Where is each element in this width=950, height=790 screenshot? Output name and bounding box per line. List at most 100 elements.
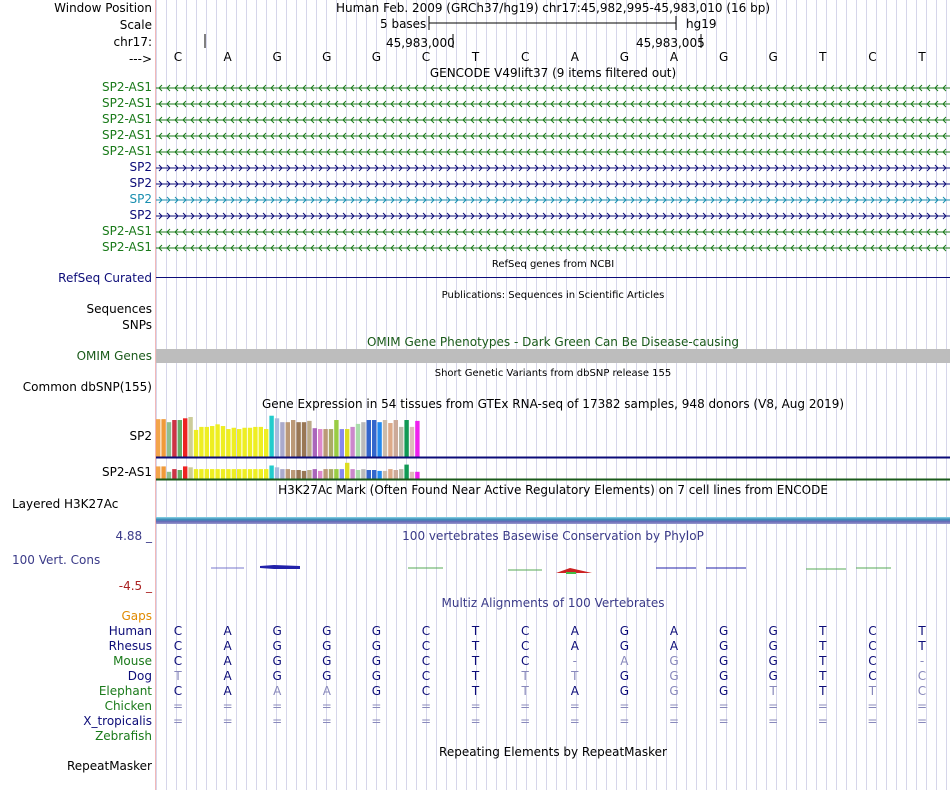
gtex-sp2-label[interactable]: SP2 — [130, 429, 153, 443]
gencode-transcript-line[interactable] — [156, 116, 950, 124]
gtex-sp2as1-bar[interactable] — [415, 471, 420, 479]
gencode-track-label[interactable]: SP2-AS1 — [102, 80, 152, 94]
phylop-label[interactable]: 100 Vert. Cons — [12, 553, 100, 567]
dbsnp-label[interactable]: Common dbSNP(155) — [23, 380, 152, 394]
gtex-sp2as1-bar[interactable] — [253, 469, 258, 479]
gtex-sp2-bar[interactable] — [274, 418, 280, 457]
gtex-sp2-bar[interactable] — [291, 420, 296, 457]
gtex-sp2-bar[interactable] — [183, 418, 188, 457]
refseq-label[interactable]: RefSeq Curated — [58, 271, 152, 285]
gtex-sp2as1-bar[interactable] — [220, 469, 226, 479]
gtex-sp2as1-bar[interactable] — [199, 469, 204, 479]
gtex-sp2as1-bar[interactable] — [280, 469, 285, 479]
gencode-track-label[interactable]: SP2 — [130, 192, 153, 206]
gtex-sp2as1-bar[interactable] — [291, 470, 296, 479]
gencode-tracks[interactable] — [156, 80, 950, 258]
species-label[interactable]: Chicken — [105, 699, 152, 713]
gencode-transcript-line[interactable] — [156, 212, 950, 220]
gtex-sp2-bar[interactable] — [215, 424, 220, 457]
gtex-sp2-bar[interactable] — [237, 429, 242, 457]
gtex-sp2as1-label[interactable]: SP2-AS1 — [102, 465, 152, 479]
gtex-sp2-bar[interactable] — [188, 417, 193, 457]
gtex-sp2-bar[interactable] — [204, 426, 209, 457]
gtex-sp2as1-bar[interactable] — [334, 469, 339, 479]
species-label[interactable]: Mouse — [113, 654, 152, 668]
repeatmasker-label[interactable]: RepeatMasker — [67, 759, 152, 773]
omim-gene-bar[interactable] — [156, 349, 950, 363]
gencode-track-label[interactable]: SP2-AS1 — [102, 240, 152, 254]
gtex-sp2-bar[interactable] — [258, 426, 263, 457]
gtex-sp2-bar[interactable] — [193, 429, 199, 457]
gtex-sp2-bar[interactable] — [177, 420, 182, 457]
gtex-sp2as1-bar[interactable] — [388, 469, 393, 479]
gtex-sp2as1-bar[interactable] — [242, 469, 247, 479]
gtex-sp2as1-bar[interactable] — [372, 470, 377, 479]
gtex-sp2as1-bar[interactable] — [274, 467, 280, 479]
sequences-label[interactable]: Sequences — [87, 302, 152, 316]
gtex-sp2as1-bar[interactable] — [355, 470, 361, 479]
gtex-sp2-bar[interactable] — [366, 420, 371, 457]
h3k27ac-label[interactable]: Layered H3K27Ac — [12, 497, 118, 511]
gtex-sp2as1-bar[interactable] — [393, 470, 398, 479]
gtex-sp2as1-bar[interactable] — [188, 467, 193, 479]
gencode-track-label[interactable]: SP2-AS1 — [102, 128, 152, 142]
gtex-sp2as1-bar[interactable] — [204, 469, 209, 479]
gtex-sp2-bar[interactable] — [231, 427, 236, 457]
snps-label[interactable]: SNPs — [122, 318, 152, 332]
species-label[interactable]: Dog — [128, 669, 152, 683]
gencode-transcript-line[interactable] — [156, 180, 950, 188]
gtex-sp2as1-bar[interactable] — [215, 469, 220, 479]
gtex-sp2-bar[interactable] — [339, 429, 344, 457]
gtex-sp2as1-bar[interactable] — [166, 471, 172, 479]
species-label[interactable]: Rhesus — [109, 639, 152, 653]
gtex-sp2-bar[interactable] — [199, 426, 204, 457]
gtex-sp2-bar[interactable] — [172, 420, 177, 457]
gtex-sp2as1-bar[interactable] — [312, 469, 317, 479]
gencode-transcript-line[interactable] — [156, 100, 950, 108]
gencode-track-label[interactable]: SP2 — [130, 176, 153, 190]
gencode-transcript-line[interactable] — [156, 244, 950, 252]
refseq-gene-line[interactable] — [156, 277, 950, 278]
gtex-sp2as1-bar[interactable] — [156, 466, 161, 479]
species-label[interactable]: Zebrafish — [95, 729, 152, 743]
gencode-transcript-line[interactable] — [156, 164, 950, 172]
gencode-track-label[interactable]: SP2 — [130, 160, 153, 174]
gtex-sp2-bar[interactable] — [361, 422, 366, 457]
gtex-sp2-bar[interactable] — [377, 422, 382, 457]
gtex-sp2as1-bar[interactable] — [231, 469, 236, 479]
gtex-sp2as1-bar[interactable] — [210, 469, 215, 479]
gtex-sp2as1-bar[interactable] — [285, 469, 290, 479]
gtex-sp2-bar[interactable] — [404, 420, 409, 457]
gtex-sp2as1-bar[interactable] — [377, 470, 382, 479]
gtex-sp2-bar[interactable] — [210, 426, 215, 457]
species-label[interactable]: Human — [109, 624, 152, 638]
gtex-sp2as1-bar[interactable] — [258, 469, 263, 479]
gtex-sp2-bar[interactable] — [269, 415, 274, 457]
gtex-sp2-bar[interactable] — [242, 427, 247, 457]
gtex-sp2as1-bar[interactable] — [328, 469, 334, 479]
gencode-track-label[interactable]: SP2-AS1 — [102, 224, 152, 238]
gtex-sp2as1-bar[interactable] — [172, 469, 177, 479]
gtex-sp2-bar[interactable] — [372, 420, 377, 457]
gtex-sp2-bar[interactable] — [382, 420, 388, 457]
gencode-track-label[interactable]: SP2-AS1 — [102, 112, 152, 126]
gencode-transcript-line[interactable] — [156, 228, 950, 236]
gtex-sp2as1-bar[interactable] — [296, 470, 301, 479]
gencode-track-label[interactable]: SP2-AS1 — [102, 96, 152, 110]
gtex-sp2-bar[interactable] — [296, 422, 301, 457]
gtex-sp2-bar[interactable] — [350, 426, 355, 457]
gtex-sp2as1-bar[interactable] — [226, 469, 231, 479]
omim-label[interactable]: OMIM Genes — [77, 349, 152, 363]
gtex-sp2-bar[interactable] — [301, 422, 307, 457]
gtex-sp2-bar[interactable] — [388, 423, 393, 457]
gtex-sp2as1-bar[interactable] — [361, 469, 366, 479]
gtex-sp2-bar[interactable] — [285, 422, 290, 457]
gencode-track-label[interactable]: SP2-AS1 — [102, 144, 152, 158]
gtex-sp2as1-bar[interactable] — [301, 470, 307, 479]
gtex-sp2as1-bar[interactable] — [382, 470, 388, 479]
gtex-sp2-bar[interactable] — [156, 419, 161, 457]
gtex-sp2as1-bar[interactable] — [307, 470, 312, 479]
gtex-sp2as1-bar[interactable] — [404, 464, 409, 479]
gtex-bar-chart[interactable] — [156, 410, 950, 482]
gtex-sp2as1-bar[interactable] — [247, 469, 253, 479]
